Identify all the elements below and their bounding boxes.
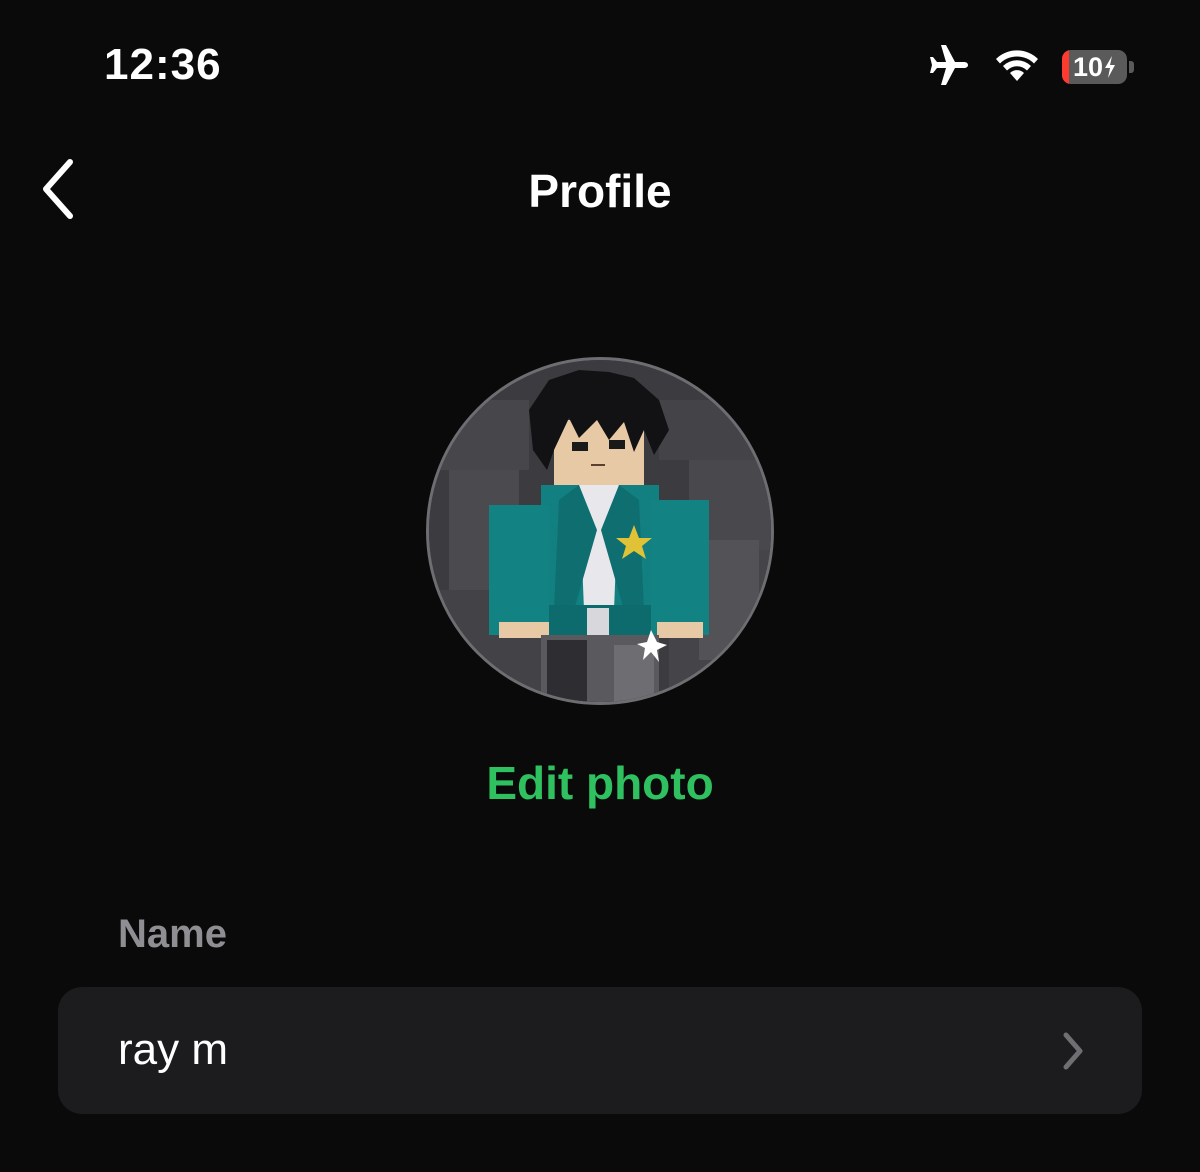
battery-level-fill	[1062, 50, 1069, 84]
status-icons: 10	[928, 44, 1134, 90]
avatar[interactable]	[426, 357, 774, 705]
charging-bolt-icon	[1105, 56, 1116, 78]
wifi-icon	[994, 47, 1040, 88]
status-bar: 12:36 10	[0, 0, 1200, 120]
airplane-icon	[928, 44, 972, 90]
battery-charging-icon: 10	[1062, 50, 1134, 84]
edit-photo-button[interactable]: Edit photo	[0, 756, 1200, 810]
name-field-label: Name	[118, 912, 227, 956]
nav-bar: Profile	[0, 130, 1200, 250]
battery-level-text: 10	[1073, 51, 1104, 82]
name-field-row[interactable]: ray m	[58, 987, 1142, 1114]
page-title: Profile	[528, 165, 672, 217]
name-field-value: ray m	[118, 1025, 228, 1074]
chevron-right-icon	[1060, 1031, 1086, 1076]
avatar-image	[429, 360, 771, 702]
status-time: 12:36	[104, 40, 222, 89]
